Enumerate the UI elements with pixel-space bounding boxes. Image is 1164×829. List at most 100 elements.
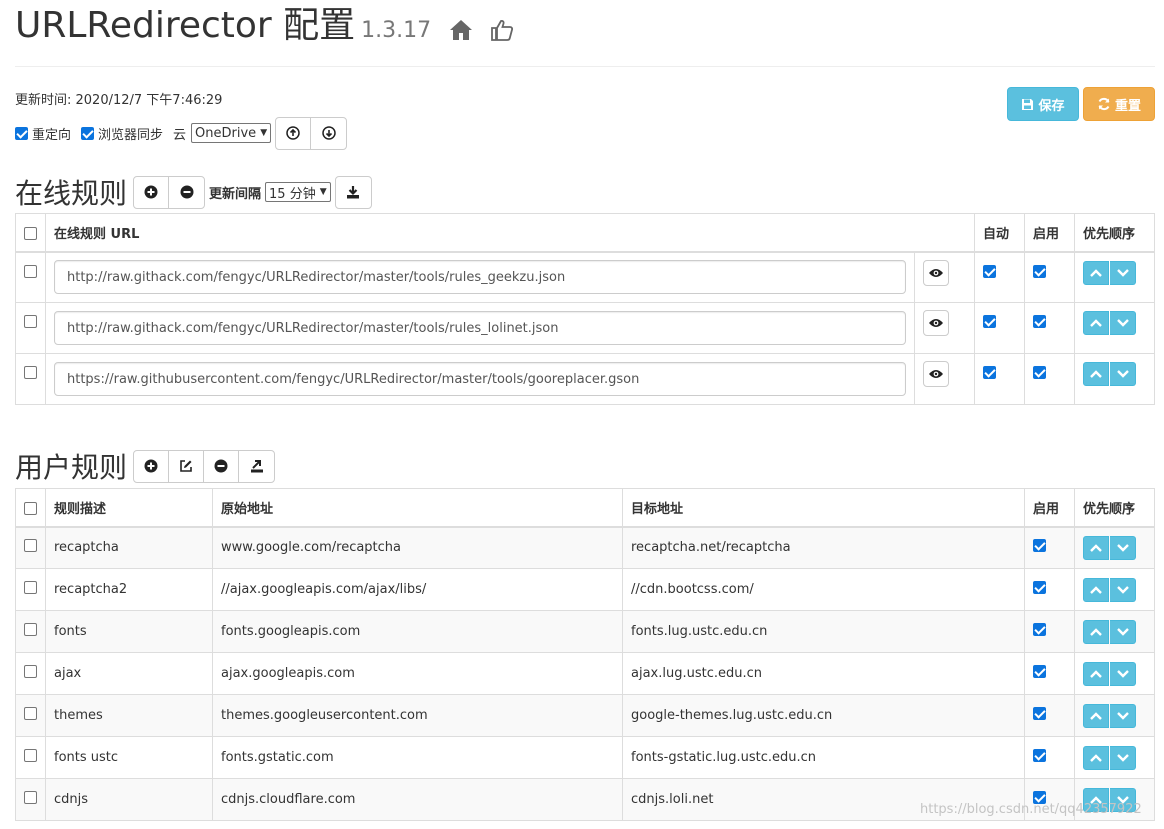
auto-checkbox[interactable] xyxy=(983,264,996,278)
redirect-toggle[interactable]: 重定向 xyxy=(15,124,71,143)
preview-button[interactable] xyxy=(923,361,949,387)
online-select-all-checkbox[interactable] xyxy=(24,226,37,240)
user-select-all-checkbox[interactable] xyxy=(24,501,37,515)
circle-arrow-up-icon xyxy=(286,126,300,140)
move-up-button[interactable] xyxy=(1083,745,1109,770)
user-enabled-header: 启用 xyxy=(1024,488,1075,528)
enabled-checkbox[interactable] xyxy=(1033,707,1046,720)
user-rule-row[interactable]: ajax ajax.googleapis.com ajax.lug.ustc.edu… xyxy=(15,652,1155,695)
user-rule-row[interactable]: recaptcha www.google.com/recaptcha recaptc… xyxy=(15,526,1155,569)
add-user-rule-button[interactable] xyxy=(134,450,170,482)
thumbs-up-icon[interactable] xyxy=(490,8,514,52)
priority-buttons xyxy=(1083,311,1146,335)
save-button[interactable]: 保存 xyxy=(1007,87,1079,121)
add-online-rule-button[interactable] xyxy=(134,176,170,208)
row-select-checkbox[interactable] xyxy=(24,366,37,379)
sync-checkbox[interactable] xyxy=(81,126,95,140)
priority-cell xyxy=(1074,736,1155,779)
row-select-cell xyxy=(15,526,46,569)
preview-button[interactable] xyxy=(923,259,949,286)
move-down-button[interactable] xyxy=(1110,362,1136,386)
enabled-checkbox[interactable] xyxy=(1033,315,1046,328)
row-select-checkbox[interactable] xyxy=(24,665,37,678)
save-label: 保存 xyxy=(1038,98,1065,114)
update-interval-value: 15 分钟 xyxy=(269,186,316,202)
move-down-button[interactable] xyxy=(1110,619,1136,644)
move-up-button[interactable] xyxy=(1083,661,1109,686)
auto-checkbox[interactable] xyxy=(983,366,996,379)
auto-checkbox[interactable] xyxy=(983,315,996,328)
enabled-checkbox[interactable] xyxy=(1033,623,1046,636)
row-select-checkbox[interactable] xyxy=(24,749,37,762)
plus-circle-icon xyxy=(144,459,158,473)
row-select-cell xyxy=(15,778,46,821)
move-up-button[interactable] xyxy=(1083,703,1109,728)
chevron-up-icon xyxy=(1090,544,1102,552)
app-version: 1.3.17 xyxy=(361,18,432,43)
enabled-checkbox[interactable] xyxy=(1033,366,1046,379)
user-priority-header: 优先顺序 xyxy=(1074,488,1155,528)
row-select-checkbox[interactable] xyxy=(24,264,37,278)
remove-user-rule-button[interactable] xyxy=(204,450,240,482)
priority-cell xyxy=(1074,610,1155,653)
download-online-rules-button[interactable] xyxy=(336,177,371,208)
upload-button[interactable] xyxy=(276,117,312,149)
move-down-button[interactable] xyxy=(1110,260,1136,285)
row-select-checkbox[interactable] xyxy=(24,315,37,328)
user-rule-row[interactable]: fonts fonts.googleapis.com fonts.lug.ustc.… xyxy=(15,610,1155,653)
rule-origin-cell: //ajax.googleapis.com/ajax/libs/ xyxy=(212,568,623,611)
online-url-input[interactable]: http://raw.githack.com/fengyc/URLRedirec… xyxy=(54,311,906,345)
row-select-checkbox[interactable] xyxy=(24,623,37,636)
import-user-rules-button[interactable] xyxy=(239,451,274,482)
online-url-input[interactable]: http://raw.githack.com/fengyc/URLRedirec… xyxy=(54,260,906,295)
priority-cell xyxy=(1074,568,1155,611)
enabled-cell xyxy=(1024,694,1075,737)
row-select-checkbox[interactable] xyxy=(24,581,37,594)
move-up-button[interactable] xyxy=(1083,362,1109,386)
row-select-checkbox[interactable] xyxy=(24,791,37,804)
priority-buttons xyxy=(1083,362,1146,386)
home-icon[interactable] xyxy=(449,8,473,52)
move-down-button[interactable] xyxy=(1110,577,1136,602)
user-rule-row[interactable]: themes themes.googleusercontent.com google… xyxy=(15,694,1155,737)
move-up-button[interactable] xyxy=(1083,577,1109,602)
enabled-checkbox[interactable] xyxy=(1033,665,1046,678)
update-interval-select[interactable]: 15 分钟 ▼ xyxy=(265,182,331,202)
online-rule-row: https://raw.githubusercontent.com/fengyc… xyxy=(15,353,1155,405)
redirect-label: 重定向 xyxy=(32,127,72,143)
reset-button[interactable]: 重置 xyxy=(1083,87,1155,121)
rule-desc-cell: cdnjs xyxy=(45,778,213,821)
enabled-checkbox[interactable] xyxy=(1033,539,1046,553)
move-down-button[interactable] xyxy=(1110,661,1136,686)
cloud-select[interactable]: OneDrive ▼ xyxy=(191,123,272,143)
row-select-checkbox[interactable] xyxy=(24,539,37,553)
rule-desc-cell: recaptcha xyxy=(45,526,213,569)
move-down-button[interactable] xyxy=(1110,703,1136,728)
row-select-cell xyxy=(15,610,46,653)
enabled-cell xyxy=(1024,353,1075,405)
row-select-checkbox[interactable] xyxy=(24,707,37,720)
auto-cell xyxy=(974,251,1025,303)
move-up-button[interactable] xyxy=(1083,535,1109,560)
enabled-checkbox[interactable] xyxy=(1033,581,1046,594)
preview-button[interactable] xyxy=(923,310,949,336)
user-rule-row[interactable]: recaptcha2//ajax.googleapis.com/ajax/lib… xyxy=(15,568,1155,611)
move-up-button[interactable] xyxy=(1083,311,1109,335)
enabled-checkbox[interactable] xyxy=(1033,749,1046,762)
online-url-input[interactable]: https://raw.githubusercontent.com/fengyc… xyxy=(54,362,906,396)
rule-target-cell: recaptcha.net/recaptcha xyxy=(622,526,1025,569)
enabled-checkbox[interactable] xyxy=(1033,264,1046,278)
remove-online-rule-button[interactable] xyxy=(169,177,204,208)
redirect-checkbox[interactable] xyxy=(15,126,28,140)
edit-user-rule-button[interactable] xyxy=(169,450,205,482)
user-rule-row[interactable]: fonts ustc fonts.gstatic.com fonts-gstatic… xyxy=(15,736,1155,779)
move-up-button[interactable] xyxy=(1083,260,1109,285)
sync-toggle[interactable]: 浏览器同步 xyxy=(81,124,163,143)
rule-origin-cell: themes.googleusercontent.com xyxy=(212,694,623,737)
move-down-button[interactable] xyxy=(1110,535,1136,560)
move-down-button[interactable] xyxy=(1110,311,1136,335)
download-button[interactable] xyxy=(311,118,346,149)
move-down-button[interactable] xyxy=(1110,745,1136,770)
move-up-button[interactable] xyxy=(1083,619,1109,644)
enabled-cell xyxy=(1024,302,1075,354)
